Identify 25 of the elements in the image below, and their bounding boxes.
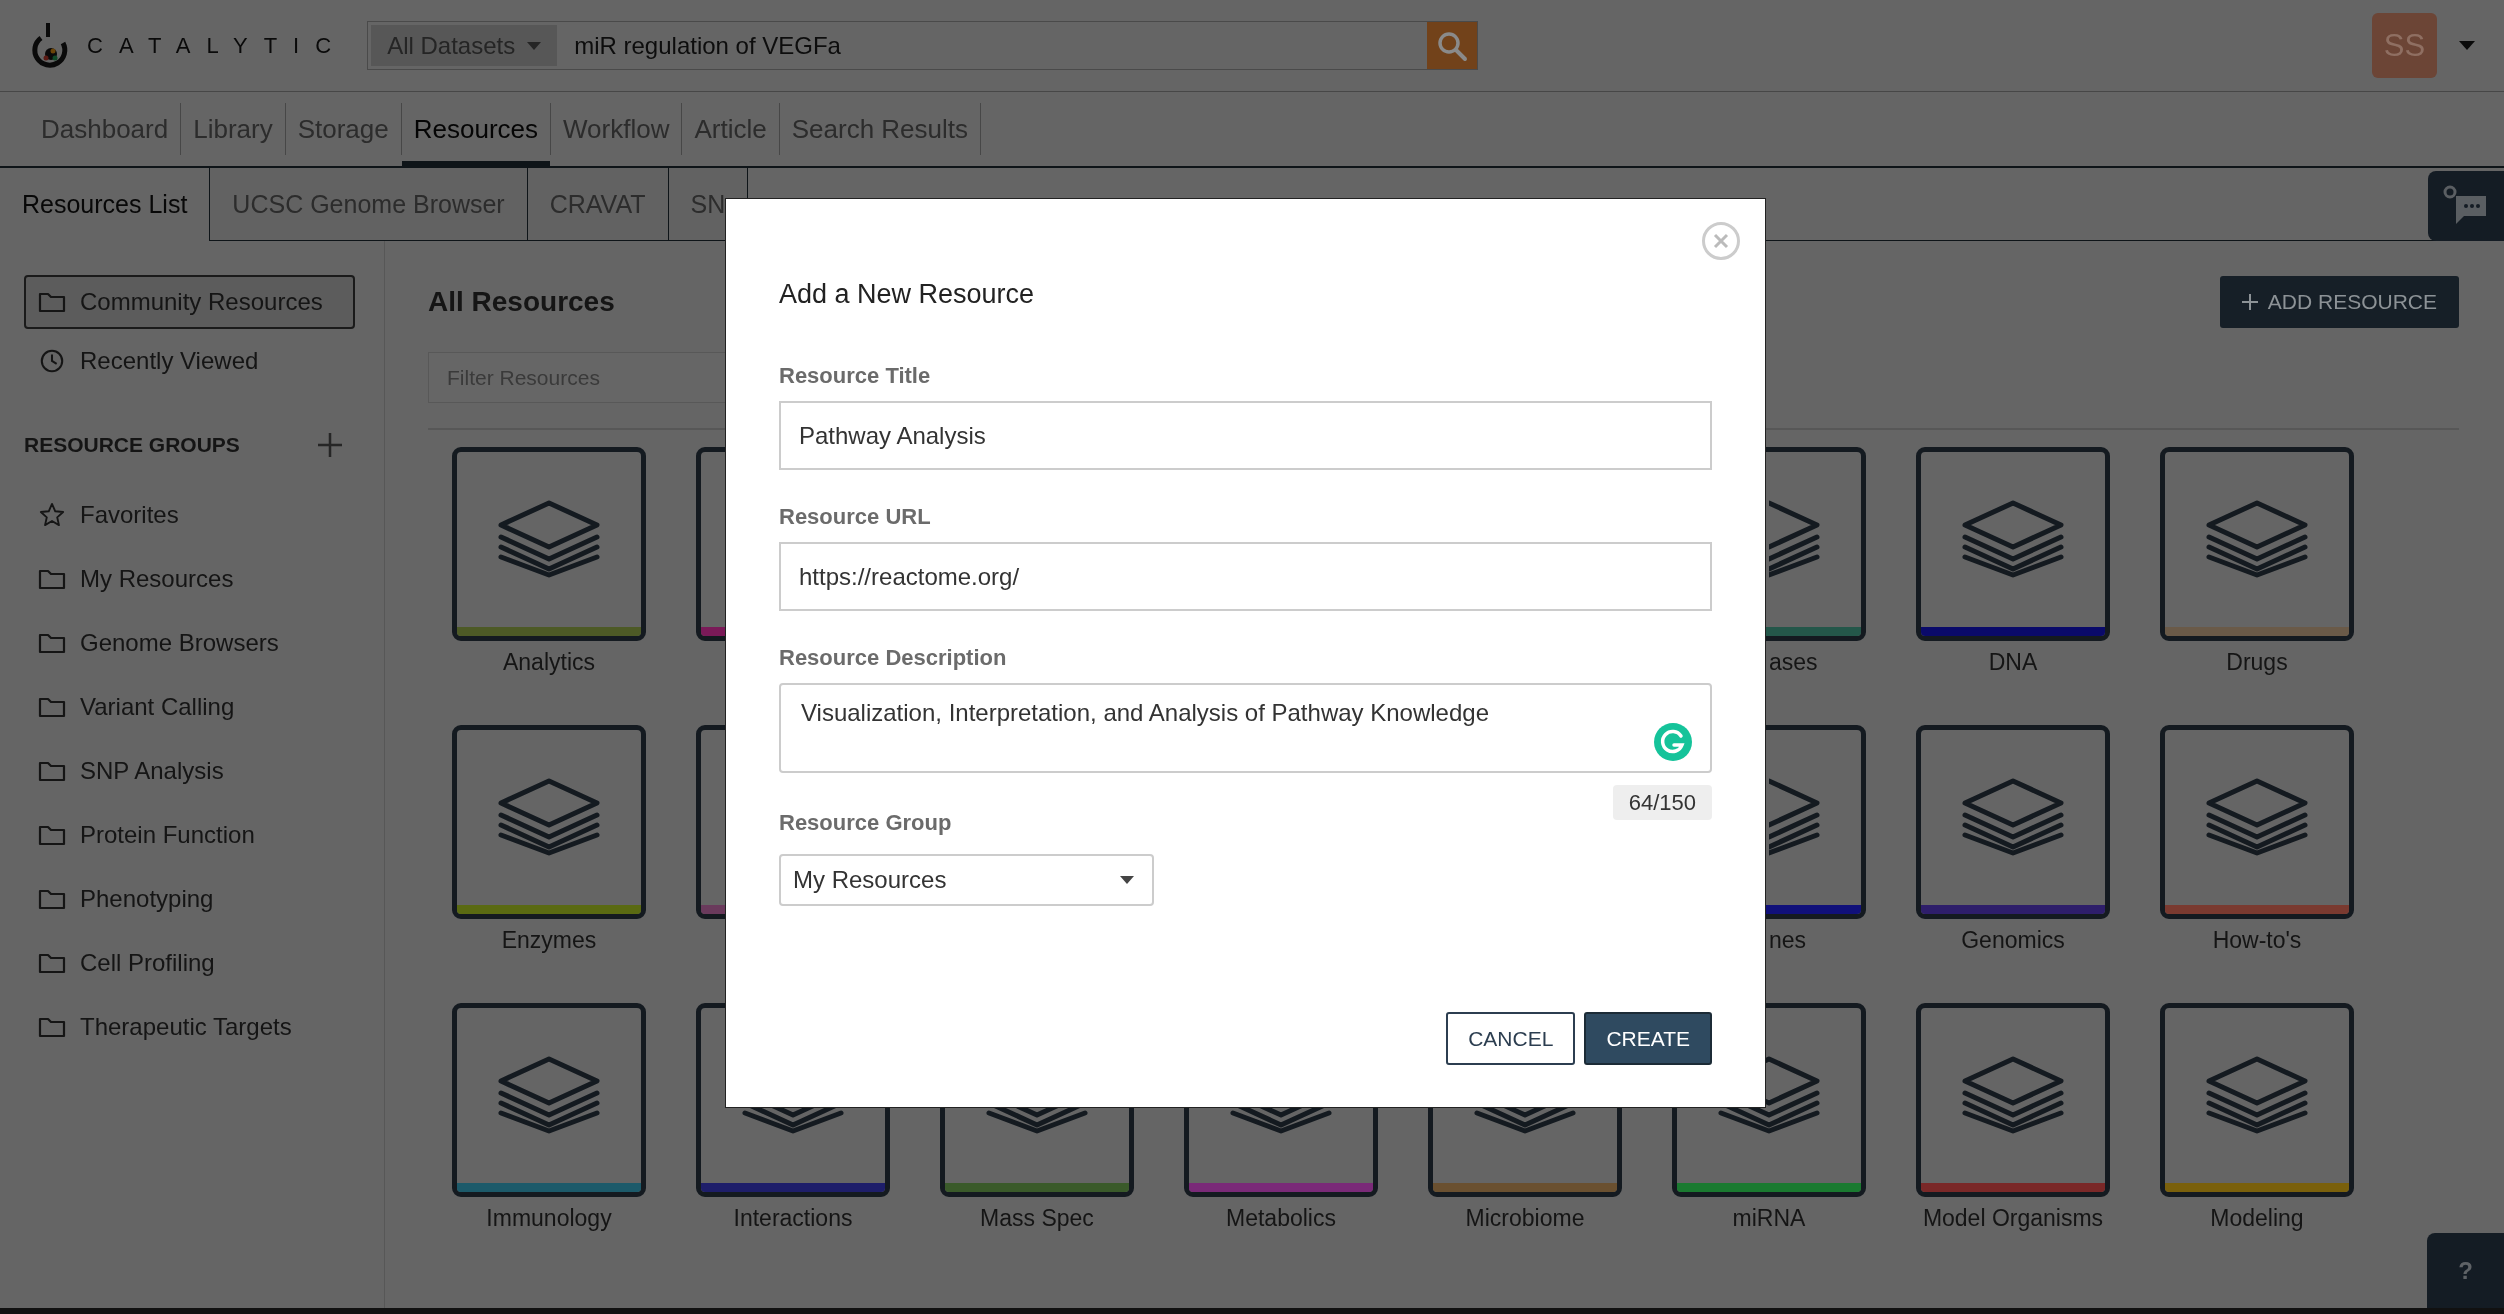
logo-text: CATALYTIC bbox=[87, 32, 348, 59]
tile-label: Modeling bbox=[2209, 1205, 2305, 1232]
tile-label: Metabolics bbox=[1225, 1205, 1337, 1232]
tile-label: Genomics bbox=[1960, 927, 2066, 954]
tile-label: Immunology bbox=[485, 1205, 613, 1232]
field-label: Resource Group bbox=[779, 810, 953, 836]
field-label: Resource URL bbox=[779, 504, 932, 530]
page-title: All Resources bbox=[428, 286, 615, 318]
field-label: Resource Title bbox=[779, 363, 932, 389]
tile-label: Drugs bbox=[2225, 649, 2289, 676]
tile-label: How-to's bbox=[2211, 927, 2303, 954]
tile-label: ases bbox=[1768, 649, 1819, 676]
field-label: Resource Description bbox=[779, 645, 1008, 671]
tile-label: Model Organisms bbox=[1921, 1205, 2105, 1232]
tile-label: Analytics bbox=[501, 649, 596, 676]
tile-label: nes bbox=[1768, 927, 1808, 954]
tile-label: Enzymes bbox=[500, 927, 598, 954]
tile-label: DNA bbox=[1987, 649, 2039, 676]
dialog-title: Add a New Resource bbox=[779, 279, 1036, 310]
tile-label: Interactions bbox=[732, 1205, 854, 1232]
character-counter: 64/150 bbox=[1612, 785, 1712, 820]
tile-label: Mass Spec bbox=[979, 1205, 1095, 1232]
section-heading: RESOURCE GROUPS bbox=[24, 433, 240, 457]
tile-label: miRNA bbox=[1731, 1205, 1807, 1232]
tile-label: Microbiome bbox=[1464, 1205, 1586, 1232]
